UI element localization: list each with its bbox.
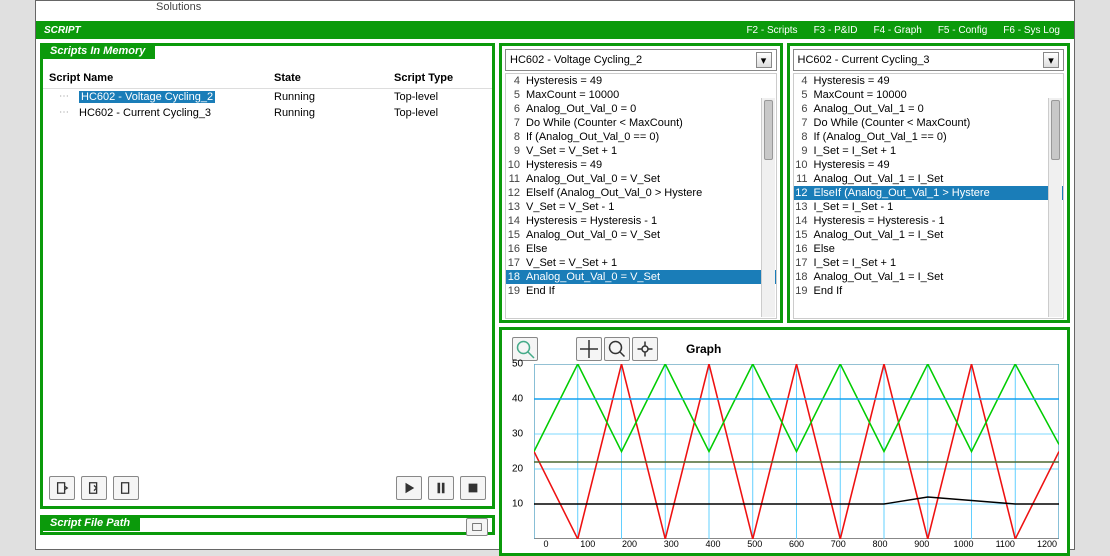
code-line[interactable]: 7Do While (Counter < MaxCount) xyxy=(794,116,1064,130)
menu-bar: F2 - Scripts F3 - P&ID F4 - Graph F5 - C… xyxy=(746,25,1074,36)
zoom-tool-button[interactable] xyxy=(512,337,538,361)
code-line[interactable]: 15Analog_Out_Val_1 = I_Set xyxy=(794,228,1064,242)
code-line[interactable]: 16Else xyxy=(506,242,776,256)
col-name[interactable]: Script Name xyxy=(49,72,274,84)
code-line[interactable]: 17I_Set = I_Set + 1 xyxy=(794,256,1064,270)
code-line[interactable]: 13I_Set = I_Set - 1 xyxy=(794,200,1064,214)
code-line[interactable]: 7Do While (Counter < MaxCount) xyxy=(506,116,776,130)
code-line[interactable]: 18Analog_Out_Val_1 = I_Set xyxy=(794,270,1064,284)
code-line[interactable]: 10Hysteresis = 49 xyxy=(794,158,1064,172)
scripts-panel: Scripts In Memory Script Name State Scri… xyxy=(40,43,495,509)
script-row-state: Running xyxy=(274,107,394,119)
code-line[interactable]: 9V_Set = V_Set + 1 xyxy=(506,144,776,158)
code-line[interactable]: 8If (Analog_Out_Val_1 == 0) xyxy=(794,130,1064,144)
code-line[interactable]: 4Hysteresis = 49 xyxy=(794,74,1064,88)
dropdown-value: HC602 - Current Cycling_3 xyxy=(798,54,930,66)
code-line[interactable]: 14Hysteresis = Hysteresis - 1 xyxy=(506,214,776,228)
code-line[interactable]: 11Analog_Out_Val_1 = I_Set xyxy=(794,172,1064,186)
y-tick-label: 40 xyxy=(512,394,523,405)
script-row-name: HC602 - Voltage Cycling_2 xyxy=(79,91,215,103)
x-axis-labels: 0100200300400500600700800900100011001200 xyxy=(534,539,1063,549)
play-button[interactable] xyxy=(396,476,422,500)
graph-title: Graph xyxy=(686,342,721,356)
script-dropdown-right[interactable]: HC602 - Current Cycling_3 ▾ xyxy=(793,49,1065,71)
y-tick-label: 10 xyxy=(512,499,523,510)
code-line[interactable]: 11Analog_Out_Val_0 = V_Set xyxy=(506,172,776,186)
code-line[interactable]: 5MaxCount = 10000 xyxy=(794,88,1064,102)
code-line[interactable]: 17V_Set = V_Set + 1 xyxy=(506,256,776,270)
scrollbar[interactable] xyxy=(1048,98,1062,317)
code-body-right[interactable]: 4Hysteresis = 495MaxCount = 100006Analog… xyxy=(793,73,1065,319)
code-line[interactable]: 19End If xyxy=(794,284,1064,298)
code-line[interactable]: 6Analog_Out_Val_0 = 0 xyxy=(506,102,776,116)
code-line[interactable]: 14Hysteresis = Hysteresis - 1 xyxy=(794,214,1064,228)
menu-pid[interactable]: F3 - P&ID xyxy=(814,25,858,36)
code-panel-right: HC602 - Current Cycling_3 ▾ 4Hysteresis … xyxy=(787,43,1071,323)
y-tick-label: 20 xyxy=(512,464,523,475)
code-line[interactable]: 10Hysteresis = 49 xyxy=(506,158,776,172)
export-script-button[interactable] xyxy=(81,476,107,500)
menu-graph[interactable]: F4 - Graph xyxy=(873,25,921,36)
scripts-panel-title: Scripts In Memory xyxy=(40,43,155,59)
table-row[interactable]: ⋯ HC602 - Voltage Cycling_2 Running Top-… xyxy=(43,89,492,105)
graph-panel: Graph 1020304050 01002003004005006007008… xyxy=(499,327,1070,556)
zoom-rect-button[interactable] xyxy=(604,337,630,361)
menu-scripts[interactable]: F2 - Scripts xyxy=(746,25,797,36)
dropdown-value: HC602 - Voltage Cycling_2 xyxy=(510,54,642,66)
chevron-down-icon: ▾ xyxy=(1043,52,1059,68)
script-bar: SCRIPT F2 - Scripts F3 - P&ID F4 - Graph… xyxy=(36,21,1074,39)
menu-config[interactable]: F5 - Config xyxy=(938,25,987,36)
table-row[interactable]: ⋯ HC602 - Current Cycling_3 Running Top-… xyxy=(43,105,492,121)
script-row-type: Top-level xyxy=(394,91,486,103)
table-header: Script Name State Script Type xyxy=(43,68,492,89)
browse-button[interactable] xyxy=(466,518,488,536)
script-row-name: HC602 - Current Cycling_3 xyxy=(79,107,211,119)
crosshair-tool-button[interactable] xyxy=(576,337,602,361)
code-line[interactable]: 19End If xyxy=(506,284,776,298)
col-type[interactable]: Script Type xyxy=(394,72,486,84)
y-tick-label: 30 xyxy=(512,429,523,440)
code-line[interactable]: 4Hysteresis = 49 xyxy=(506,74,776,88)
tab-solutions[interactable]: Solutions xyxy=(36,1,1074,21)
code-line[interactable]: 9I_Set = I_Set + 1 xyxy=(794,144,1064,158)
code-line[interactable]: 15Analog_Out_Val_0 = V_Set xyxy=(506,228,776,242)
code-line[interactable]: 16Else xyxy=(794,242,1064,256)
script-dropdown-left[interactable]: HC602 - Voltage Cycling_2 ▾ xyxy=(505,49,777,71)
code-line[interactable]: 6Analog_Out_Val_1 = 0 xyxy=(794,102,1064,116)
graph-area[interactable]: 1020304050 xyxy=(534,364,1059,539)
chevron-down-icon: ▾ xyxy=(756,52,772,68)
file-path-title: Script File Path xyxy=(40,515,140,531)
code-line[interactable]: 5MaxCount = 10000 xyxy=(506,88,776,102)
code-line[interactable]: 18Analog_Out_Val_0 = V_Set xyxy=(506,270,776,284)
pause-button[interactable] xyxy=(428,476,454,500)
code-panel-left: HC602 - Voltage Cycling_2 ▾ 4Hysteresis … xyxy=(499,43,783,323)
y-tick-label: 50 xyxy=(512,359,523,370)
file-path-panel: Script File Path xyxy=(40,515,495,535)
open-script-button[interactable] xyxy=(49,476,75,500)
code-line[interactable]: 12ElseIf (Analog_Out_Val_1 > Hystere xyxy=(794,186,1064,200)
pan-tool-button[interactable] xyxy=(632,337,658,361)
menu-syslog[interactable]: F6 - Sys Log xyxy=(1003,25,1060,36)
col-state[interactable]: State xyxy=(274,72,394,84)
code-line[interactable]: 12ElseIf (Analog_Out_Val_0 > Hystere xyxy=(506,186,776,200)
script-row-type: Top-level xyxy=(394,107,486,119)
code-body-left[interactable]: 4Hysteresis = 495MaxCount = 100006Analog… xyxy=(505,73,777,319)
code-line[interactable]: 13V_Set = V_Set - 1 xyxy=(506,200,776,214)
scrollbar[interactable] xyxy=(761,98,775,317)
code-line[interactable]: 8If (Analog_Out_Val_0 == 0) xyxy=(506,130,776,144)
stop-button[interactable] xyxy=(460,476,486,500)
script-row-state: Running xyxy=(274,91,394,103)
script-bar-label: SCRIPT xyxy=(36,25,89,36)
new-script-button[interactable] xyxy=(113,476,139,500)
